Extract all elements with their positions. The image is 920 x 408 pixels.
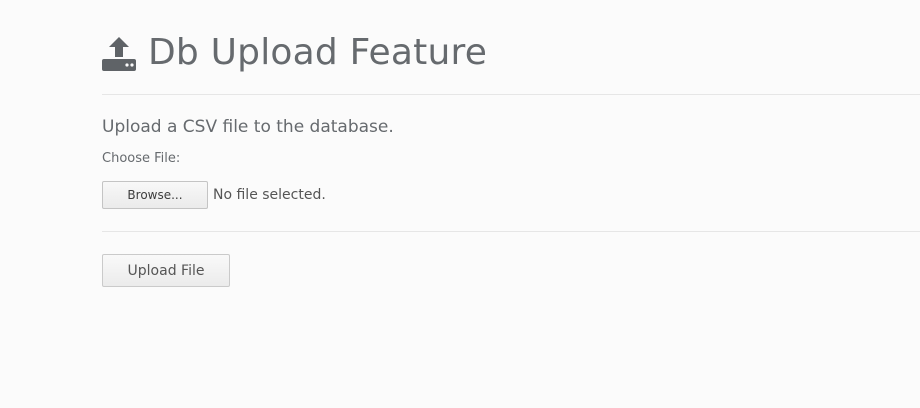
- file-label: Choose File:: [102, 151, 181, 166]
- upload-to-database-icon: [102, 35, 136, 71]
- file-status-text: No file selected.: [213, 187, 326, 203]
- form-divider: [102, 231, 920, 232]
- browse-button[interactable]: Browse...: [102, 181, 208, 209]
- page-header: Db Upload Feature: [102, 28, 487, 78]
- page-title: Db Upload Feature: [148, 32, 488, 73]
- header-divider: [102, 94, 920, 95]
- upload-page: Db Upload Feature Upload a CSV file to t…: [0, 0, 920, 408]
- upload-file-button[interactable]: Upload File: [102, 254, 230, 287]
- file-input[interactable]: Browse... No file selected.: [102, 181, 326, 209]
- form-subtitle: Upload a CSV file to the database.: [102, 117, 394, 137]
